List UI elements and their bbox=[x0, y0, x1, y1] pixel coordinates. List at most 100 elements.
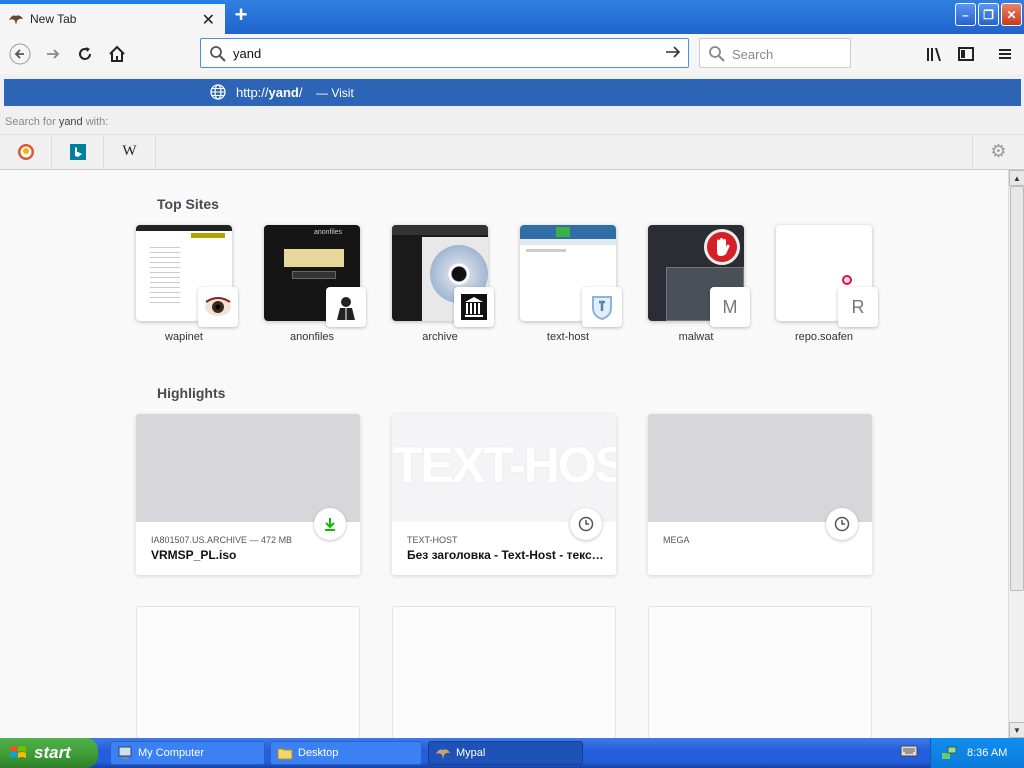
site-thumbnail bbox=[136, 225, 238, 327]
url-bar[interactable]: yand bbox=[200, 38, 689, 68]
highlight-context: TEXT-HOST bbox=[407, 535, 458, 545]
url-suggestion[interactable]: http://yand/ — Visit bbox=[4, 79, 1021, 106]
top-sites-heading: Top Sites bbox=[157, 196, 219, 212]
highlight-card[interactable]: TEXT-HOST TEXT-HOST Без заголовка - Text… bbox=[392, 414, 616, 575]
site-label: anonfiles bbox=[289, 331, 335, 343]
tab-new-tab[interactable]: New Tab ✕ bbox=[0, 2, 225, 34]
tab-close-icon[interactable]: ✕ bbox=[202, 10, 215, 30]
bing-engine-button[interactable] bbox=[52, 135, 104, 168]
suggestion-visit: — Visit bbox=[316, 86, 354, 100]
home-icon[interactable] bbox=[105, 42, 129, 66]
site-label: repo.soafen bbox=[794, 331, 854, 343]
repo-soafen-letter-badge: R bbox=[838, 287, 878, 327]
site-thumbnail bbox=[392, 225, 494, 327]
gear-icon: ⚙ bbox=[990, 141, 1007, 161]
search-settings-button[interactable]: ⚙ bbox=[972, 135, 1024, 168]
site-thumbnail: anonfiles bbox=[264, 225, 366, 327]
archive-temple-icon bbox=[454, 287, 494, 327]
search-icon bbox=[210, 46, 226, 62]
search-icon bbox=[709, 46, 725, 62]
url-input-value[interactable]: yand bbox=[233, 46, 261, 61]
taskbar: start My Computer Desktop Mypal 8:36 AM bbox=[0, 738, 1024, 768]
site-label: wapinet bbox=[165, 331, 203, 343]
scroll-down-arrow-icon[interactable]: ▼ bbox=[1009, 722, 1024, 738]
top-site-repo-soafen[interactable]: R repo.soafen bbox=[776, 225, 878, 343]
title-bar: New Tab ✕ + – ❐ ✕ bbox=[0, 0, 1024, 34]
minimize-button[interactable]: – bbox=[955, 3, 976, 26]
search-for-label: Search for yand with: bbox=[5, 116, 109, 128]
wikipedia-engine-button[interactable]: W bbox=[104, 135, 156, 168]
site-label: malwat bbox=[678, 331, 714, 343]
clock-icon bbox=[570, 508, 602, 540]
menu-icon[interactable] bbox=[993, 42, 1017, 66]
reload-icon[interactable] bbox=[73, 42, 97, 66]
keyboard-icon[interactable] bbox=[900, 744, 918, 762]
scroll-up-arrow-icon[interactable]: ▲ bbox=[1009, 170, 1024, 186]
windows-flag-icon bbox=[10, 746, 26, 758]
highlight-title: VRMSP_PL.iso bbox=[151, 548, 237, 562]
forward-arrow-icon[interactable] bbox=[41, 42, 65, 66]
mypal-icon bbox=[436, 749, 450, 759]
highlight-context: MEGA bbox=[663, 535, 690, 545]
top-site-text-host[interactable]: text-host bbox=[520, 225, 622, 343]
start-label: start bbox=[34, 743, 71, 762]
top-site-anonfiles[interactable]: anonfiles anonfiles bbox=[264, 225, 366, 343]
taskbar-item-desktop[interactable]: Desktop bbox=[270, 741, 422, 765]
anonfiles-icon bbox=[326, 287, 366, 327]
clock-icon bbox=[826, 508, 858, 540]
duckduckgo-engine-button[interactable] bbox=[0, 135, 52, 168]
site-thumbnail bbox=[520, 225, 622, 327]
top-site-malwat[interactable]: M malwat bbox=[648, 225, 750, 343]
globe-icon bbox=[210, 84, 226, 100]
text-host-shield-icon bbox=[582, 287, 622, 327]
library-icon[interactable] bbox=[922, 42, 946, 66]
back-arrow-icon[interactable] bbox=[8, 42, 32, 66]
site-thumbnail: R bbox=[776, 225, 878, 327]
highlight-title: Без заголовка - Text-Host - текстовый хо… bbox=[407, 548, 607, 562]
highlight-placeholder bbox=[648, 606, 872, 738]
taskbar-item-mypal[interactable]: Mypal bbox=[428, 741, 583, 765]
duckduckgo-icon bbox=[17, 143, 34, 160]
folder-icon bbox=[277, 748, 293, 760]
wikipedia-icon: W bbox=[122, 143, 137, 159]
search-box[interactable]: Search bbox=[699, 38, 851, 68]
navigation-toolbar: yand Search bbox=[0, 34, 1024, 74]
stop-hand-icon bbox=[704, 229, 740, 265]
site-thumbnail: M bbox=[648, 225, 750, 327]
highlight-context: IA801507.US.ARCHIVE — 472 MB bbox=[151, 535, 293, 545]
highlight-image bbox=[136, 414, 360, 522]
highlight-image: TEXT-HOST bbox=[392, 414, 616, 522]
mypal-tab-icon bbox=[8, 12, 24, 26]
download-icon bbox=[314, 508, 346, 540]
malwat-letter-badge: M bbox=[710, 287, 750, 327]
new-tab-button[interactable]: + bbox=[230, 4, 252, 28]
maximize-button[interactable]: ❐ bbox=[978, 3, 999, 26]
highlight-card[interactable]: MEGA bbox=[648, 414, 872, 575]
highlight-placeholder bbox=[392, 606, 616, 738]
clock: 8:36 AM bbox=[967, 747, 1008, 759]
autocomplete-popup: http://yand/ — Visit Search for yand wit… bbox=[0, 74, 1024, 170]
taskbar-item-my-computer[interactable]: My Computer bbox=[110, 741, 265, 765]
top-site-wapinet[interactable]: wapinet bbox=[136, 225, 238, 343]
site-label: archive bbox=[422, 331, 458, 343]
search-placeholder: Search bbox=[732, 47, 774, 62]
start-button[interactable]: start bbox=[0, 738, 98, 768]
highlights-heading: Highlights bbox=[157, 385, 226, 401]
sidebar-icon[interactable] bbox=[954, 42, 978, 66]
scroll-thumb[interactable] bbox=[1010, 186, 1024, 591]
go-arrow-icon[interactable] bbox=[664, 43, 682, 66]
new-tab-content: Top Sites wapinet anonfiles anonfiles ar… bbox=[0, 170, 1008, 738]
search-engine-row: W ⚙ bbox=[0, 134, 1024, 168]
system-tray: 8:36 AM bbox=[930, 738, 1024, 768]
highlight-placeholder bbox=[136, 606, 360, 738]
computer-icon bbox=[118, 746, 132, 759]
vertical-scrollbar[interactable]: ▲ ▼ bbox=[1008, 170, 1024, 738]
highlight-card[interactable]: IA801507.US.ARCHIVE — 472 MB VRMSP_PL.is… bbox=[136, 414, 360, 575]
close-window-button[interactable]: ✕ bbox=[1001, 3, 1022, 26]
highlight-image bbox=[648, 414, 872, 522]
highlight-image-text: TEXT-HOST bbox=[392, 437, 616, 493]
top-site-archive[interactable]: archive bbox=[392, 225, 494, 343]
bing-icon bbox=[69, 143, 86, 160]
network-tray-icon[interactable] bbox=[941, 745, 959, 761]
suggestion-url: http://yand/ bbox=[236, 85, 303, 100]
